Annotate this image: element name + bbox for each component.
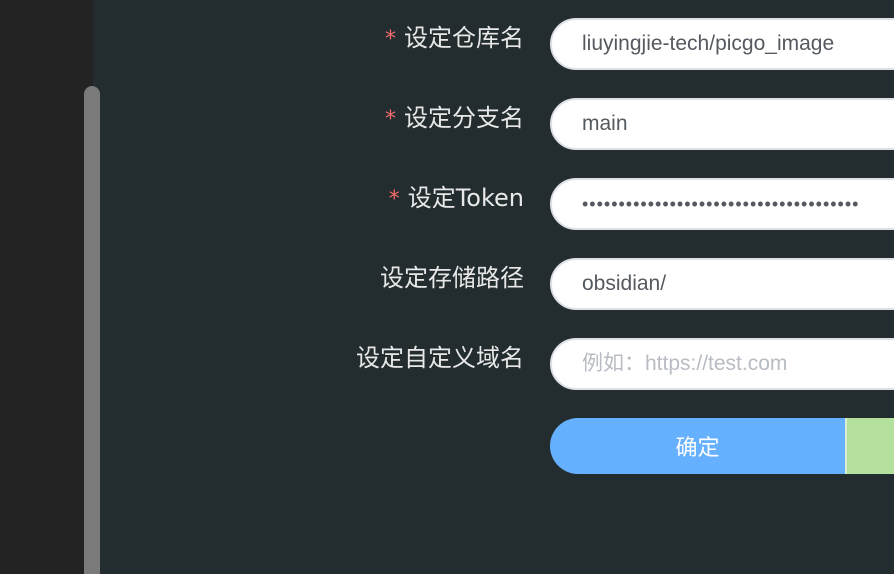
app-window: * 设定仓库名 * 设定分支名 * 设定Token 设定存储路径 设定自定义域名 确定 bbox=[0, 0, 894, 574]
form-row-token: * 设定Token bbox=[0, 178, 894, 234]
form-row-path: 设定存储路径 bbox=[0, 258, 894, 314]
custom-domain-input[interactable] bbox=[550, 338, 894, 390]
form-row-branch: * 设定分支名 bbox=[0, 98, 894, 154]
secondary-button[interactable] bbox=[845, 418, 894, 474]
form-row-repo: * 设定仓库名 bbox=[0, 18, 894, 74]
custom-domain-label: 设定自定义域名 bbox=[356, 344, 524, 372]
branch-input[interactable] bbox=[550, 98, 894, 150]
repo-label-text: 设定仓库名 bbox=[404, 24, 524, 52]
token-label-text: 设定Token bbox=[407, 184, 524, 212]
scrollbar-thumb[interactable] bbox=[84, 86, 100, 574]
confirm-button[interactable]: 确定 bbox=[550, 418, 845, 474]
scrollbar-track[interactable] bbox=[84, 86, 100, 574]
required-marker: * bbox=[388, 187, 400, 212]
repo-input[interactable] bbox=[550, 18, 894, 70]
form-row-custom-domain: 设定自定义域名 bbox=[0, 338, 894, 394]
required-marker: * bbox=[385, 107, 396, 132]
token-input[interactable] bbox=[550, 178, 894, 230]
token-label: * 设定Token bbox=[389, 178, 524, 218]
repo-label: * 设定仓库名 bbox=[385, 18, 524, 58]
required-marker: * bbox=[385, 27, 396, 52]
path-label: 设定存储路径 bbox=[380, 264, 524, 292]
path-input[interactable] bbox=[550, 258, 894, 310]
branch-label-text: 设定分支名 bbox=[404, 104, 524, 132]
form-actions: 确定 bbox=[550, 418, 894, 474]
branch-label: * 设定分支名 bbox=[385, 98, 524, 138]
